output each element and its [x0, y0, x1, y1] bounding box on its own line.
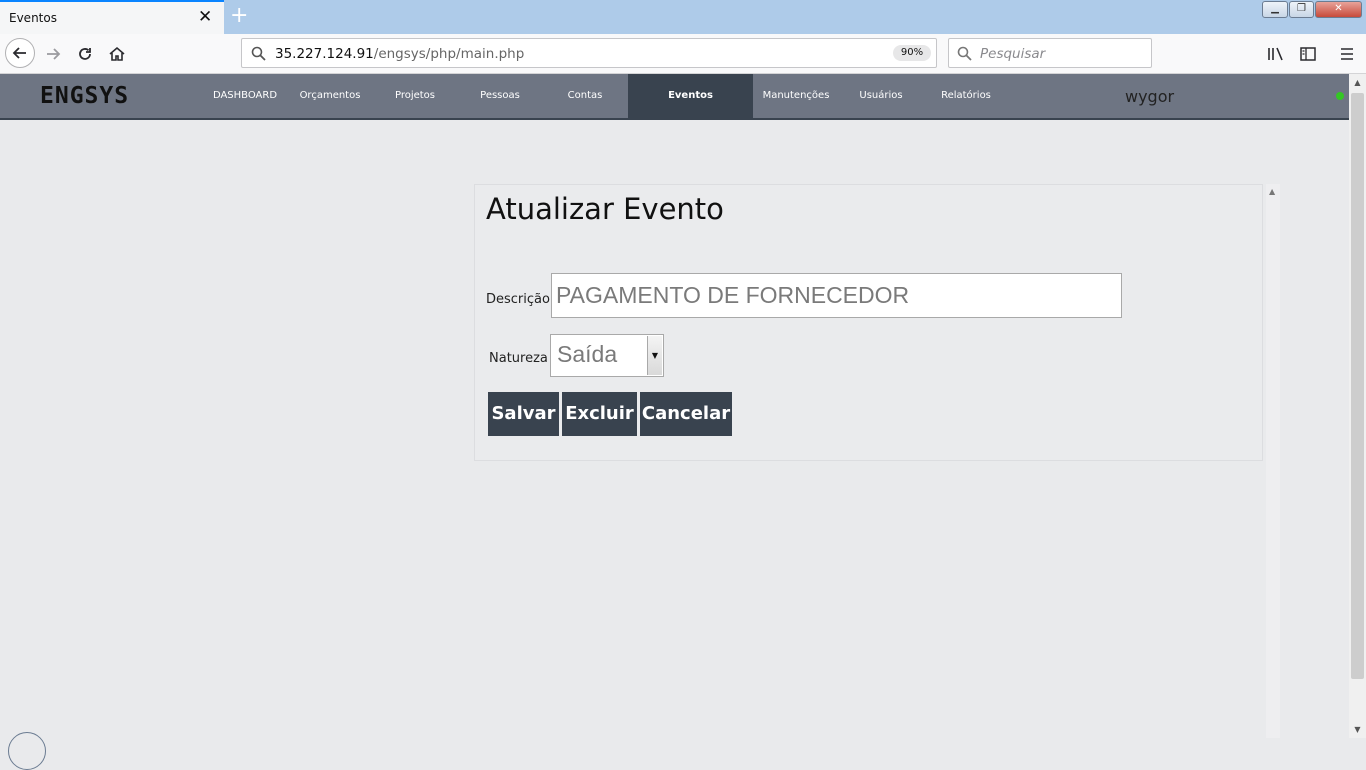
- url-host: 35.227.124.91: [275, 46, 374, 62]
- browser-titlebar: Eventos ✕ + ▁ ❐ ✕: [0, 0, 1366, 34]
- descricao-label: Descrição: [486, 292, 550, 307]
- nav-item-usuarios[interactable]: Usuários: [846, 74, 916, 118]
- save-button[interactable]: Salvar: [488, 392, 559, 436]
- search-placeholder: Pesquisar: [980, 46, 1046, 62]
- tab-close-icon[interactable]: ✕: [198, 7, 212, 27]
- cancel-button[interactable]: Cancelar: [640, 392, 732, 436]
- app-header: ENGSYS DASHBOARD Orçamentos Projetos Pes…: [0, 74, 1349, 120]
- chevron-down-icon[interactable]: ▼: [647, 336, 662, 375]
- natureza-selected-value: Saída: [557, 341, 618, 367]
- nav-item-projetos[interactable]: Projetos: [380, 74, 450, 118]
- zoom-indicator[interactable]: 90%: [893, 45, 931, 61]
- url-path: /engsys/php/main.php: [373, 46, 525, 62]
- nav-item-pessoas[interactable]: Pessoas: [465, 74, 535, 118]
- natureza-label: Natureza: [489, 351, 548, 366]
- nav-item-eventos[interactable]: Eventos: [628, 74, 753, 118]
- back-icon[interactable]: [5, 38, 35, 68]
- minimize-icon[interactable]: ▁: [1262, 1, 1288, 18]
- sidebar-icon[interactable]: [1294, 40, 1322, 68]
- menu-icon[interactable]: [1333, 40, 1361, 68]
- browser-toolbar: 35.227.124.91/engsys/php/main.php 90% Pe…: [0, 34, 1366, 74]
- scrollbar-thumb[interactable]: [1351, 93, 1364, 679]
- window-close-icon[interactable]: ✕: [1315, 1, 1362, 18]
- user-name[interactable]: wygor: [1125, 87, 1174, 106]
- scroll-up-icon[interactable]: ▲: [1349, 74, 1366, 91]
- descricao-input[interactable]: PAGAMENTO DE FORNECEDOR: [551, 273, 1122, 318]
- natureza-select[interactable]: Saída ▼: [550, 334, 664, 377]
- restore-icon[interactable]: ❐: [1289, 1, 1314, 18]
- nav-item-relatorios[interactable]: Relatórios: [931, 74, 1001, 118]
- panel-scroll-up-icon[interactable]: ▲: [1269, 187, 1275, 196]
- form-title: Atualizar Evento: [486, 192, 724, 226]
- nav-item-dashboard[interactable]: DASHBOARD: [210, 74, 280, 118]
- search-icon: [957, 46, 972, 61]
- forward-icon[interactable]: [39, 40, 67, 68]
- home-icon[interactable]: [103, 40, 131, 68]
- search-bar[interactable]: Pesquisar: [948, 38, 1152, 68]
- browser-tab[interactable]: Eventos ✕: [0, 0, 224, 34]
- page-scrollbar[interactable]: ▲ ▼: [1349, 74, 1366, 738]
- nav-item-orcamentos[interactable]: Orçamentos: [295, 74, 365, 118]
- url-text: 35.227.124.91/engsys/php/main.php: [275, 46, 524, 62]
- address-bar[interactable]: 35.227.124.91/engsys/php/main.php 90%: [241, 38, 937, 68]
- nav-item-manutencoes[interactable]: Manutenções: [761, 74, 831, 118]
- search-icon: [251, 46, 266, 61]
- library-icon[interactable]: [1262, 40, 1290, 68]
- scroll-down-icon[interactable]: ▼: [1349, 721, 1366, 738]
- tab-title: Eventos: [9, 11, 57, 25]
- panel-scrollbar[interactable]: ▲: [1266, 184, 1280, 738]
- online-status-indicator: [1336, 92, 1344, 100]
- app-logo[interactable]: ENGSYS: [40, 83, 129, 109]
- reload-icon[interactable]: [71, 40, 99, 68]
- new-tab-icon[interactable]: +: [230, 4, 248, 28]
- nav-item-contas[interactable]: Contas: [550, 74, 620, 118]
- delete-button[interactable]: Excluir: [562, 392, 637, 436]
